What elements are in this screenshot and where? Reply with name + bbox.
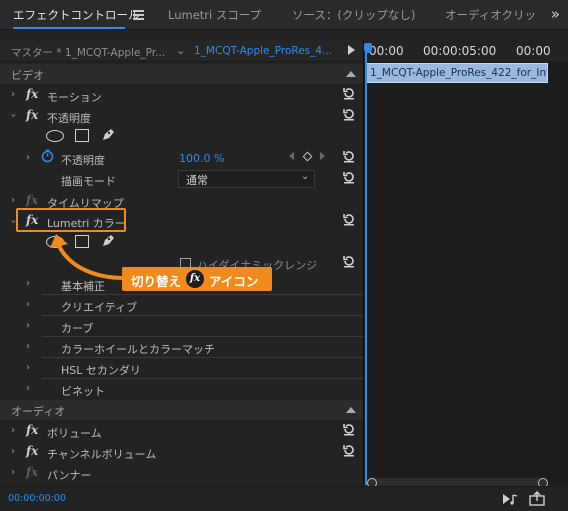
play-audio-icon[interactable] <box>502 492 518 506</box>
ruler-time-end: 00:00 <box>516 44 551 58</box>
ruler-time-start: 00:00 <box>369 44 404 58</box>
tab-lumetri-scopes[interactable]: Lumetri スコープ <box>168 0 261 30</box>
reset-icon[interactable] <box>342 422 356 436</box>
add-keyframe-icon[interactable] <box>302 151 313 162</box>
stopwatch-icon[interactable] <box>40 148 55 163</box>
chevron-right-icon[interactable]: › <box>11 446 15 457</box>
more-tabs-icon[interactable]: » <box>551 0 560 30</box>
pen-mask-icon[interactable] <box>100 127 116 143</box>
fx-icon[interactable]: fx <box>26 444 38 458</box>
reset-icon[interactable] <box>342 443 356 457</box>
ellipse-mask-icon[interactable] <box>46 130 64 142</box>
divider <box>42 315 363 316</box>
tab-source[interactable]: ソース：(クリップなし) <box>292 0 415 30</box>
divider <box>42 336 363 337</box>
chevron-down-icon[interactable]: ⌄ <box>176 44 185 57</box>
effect-opacity[interactable]: 不透明度 <box>47 110 91 126</box>
active-tab-indicator <box>13 27 125 29</box>
export-frame-icon[interactable] <box>529 491 545 506</box>
lumetri-color-wheels[interactable]: カラーホイールとカラーマッチ <box>61 341 215 357</box>
effect-motion[interactable]: モーション <box>47 89 102 105</box>
section-audio-label: オーディオ <box>11 405 66 418</box>
reset-icon[interactable] <box>342 254 356 268</box>
reset-icon[interactable] <box>342 107 356 121</box>
rectangle-mask-icon[interactable] <box>75 129 89 142</box>
divider <box>42 357 363 358</box>
play-triangle-icon[interactable] <box>348 45 355 55</box>
current-timecode[interactable]: 00:00:00:00 <box>8 493 66 504</box>
chevron-right-icon[interactable]: › <box>26 299 30 310</box>
footer-bar <box>0 486 568 511</box>
opacity-value[interactable]: 100.0 % <box>179 152 224 165</box>
tab-effect-controls[interactable]: エフェクトコントロール <box>13 0 140 30</box>
chevron-right-icon[interactable]: › <box>26 152 30 163</box>
collapse-up-icon[interactable] <box>346 407 356 413</box>
chevron-right-icon[interactable]: › <box>11 195 15 206</box>
fx-icon[interactable]: fx <box>26 423 38 437</box>
chevron-down-icon[interactable]: › <box>8 114 19 118</box>
fx-icon-disabled: fx <box>26 193 39 207</box>
callout-text-after: アイコン <box>209 274 259 289</box>
chevron-right-icon[interactable]: › <box>26 278 30 289</box>
reset-icon[interactable] <box>342 170 356 184</box>
lumetri-vignette[interactable]: ビネット <box>61 383 105 399</box>
lumetri-curves[interactable]: カーブ <box>61 320 93 336</box>
master-clip-label[interactable]: マスター * 1_MCQT-Apple_Pr... <box>11 45 165 60</box>
fx-icon[interactable]: fx <box>26 87 38 101</box>
lumetri-creative[interactable]: クリエイティブ <box>61 299 137 315</box>
prev-keyframe-icon[interactable] <box>289 152 294 160</box>
blend-mode-value: 通常 <box>186 174 208 187</box>
reset-icon[interactable] <box>342 212 356 226</box>
chevron-right-icon[interactable]: › <box>11 89 15 100</box>
chevron-right-icon[interactable]: › <box>26 320 30 331</box>
chevron-down-icon[interactable]: ⌄ <box>301 171 309 182</box>
callout-fx-icon: fx <box>186 270 204 288</box>
effect-panner[interactable]: パンナー <box>47 467 92 483</box>
fx-highlight-box <box>16 208 126 232</box>
chevron-right-icon[interactable]: › <box>11 467 15 478</box>
lumetri-hsl-secondary[interactable]: HSL セカンダリ <box>61 362 141 378</box>
sequence-clip-label[interactable]: 1_MCQT-Apple_ProRes_4... <box>194 45 332 57</box>
section-video-label: ビデオ <box>11 69 44 82</box>
chevron-right-icon[interactable]: › <box>11 425 15 436</box>
timeline-area[interactable] <box>364 40 568 485</box>
fx-icon[interactable]: fx <box>26 108 38 122</box>
chevron-right-icon[interactable]: › <box>26 383 30 394</box>
divider <box>42 294 363 295</box>
panel-menu-icon[interactable] <box>133 10 144 20</box>
chevron-right-icon[interactable]: › <box>26 362 30 373</box>
section-video[interactable] <box>0 64 363 84</box>
next-keyframe-icon[interactable] <box>320 152 325 160</box>
playhead-line[interactable] <box>365 52 367 485</box>
collapse-up-icon[interactable] <box>346 71 356 77</box>
fx-icon-disabled: fx <box>26 465 39 479</box>
callout-arrow <box>50 234 126 280</box>
effect-volume[interactable]: ボリューム <box>47 425 102 441</box>
timeline-clip[interactable]: 1_MCQT-Apple_ProRes_422_for_Inte <box>366 63 548 83</box>
tab-audio-clip-mixer[interactable]: オーディオクリッ <box>445 0 536 30</box>
reset-icon[interactable] <box>342 149 356 163</box>
ruler-time-5s: 00:00:05:00 <box>423 44 497 58</box>
reset-icon[interactable] <box>342 86 356 100</box>
param-opacity: 不透明度 <box>61 154 105 167</box>
effect-channel-volume[interactable]: チャンネルボリューム <box>47 446 156 462</box>
param-blend-mode: 描画モード <box>61 175 116 188</box>
timeline-clip-label: 1_MCQT-Apple_ProRes_422_for_Inte <box>370 67 548 79</box>
callout-text-before: 切り替え <box>131 274 182 289</box>
divider <box>42 378 363 379</box>
chevron-right-icon[interactable]: › <box>26 341 30 352</box>
